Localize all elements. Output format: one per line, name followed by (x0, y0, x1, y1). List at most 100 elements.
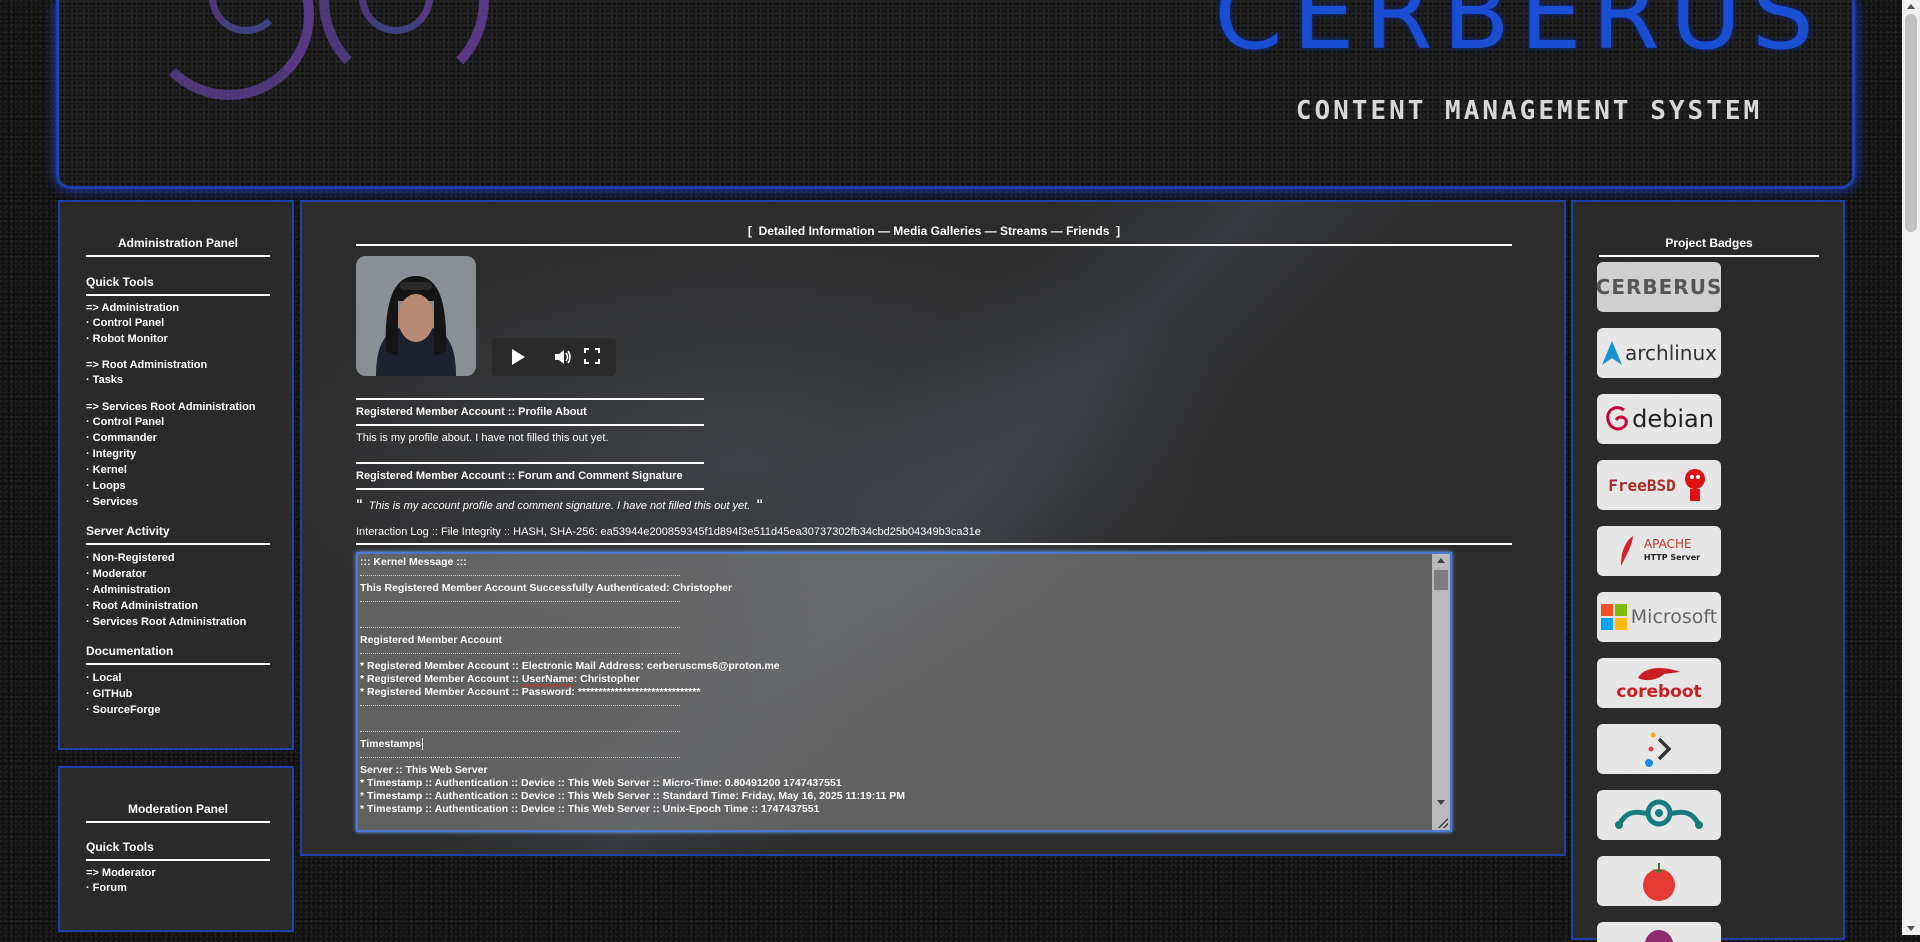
nav-item-label: Administration (92, 584, 171, 596)
nav-item-control-panel[interactable]: · Control Panel (86, 317, 164, 329)
badge-label: FreeBSD (1608, 475, 1676, 495)
cerberus-badge[interactable]: CERBERUS (1597, 262, 1721, 312)
nav-item-label: Services (92, 496, 138, 508)
quote-close: " (756, 496, 764, 512)
prompt-logo-icon (1645, 732, 1672, 767)
panel-title: Project Badges (1599, 236, 1819, 257)
timestamp-standard: * Timestamp :: Authentication :: Device … (360, 790, 906, 802)
username-line: * Registered Member Account :: UserName:… (360, 673, 1430, 686)
avatar-image (356, 256, 476, 376)
partial-logo-icon (1645, 930, 1673, 942)
fullscreen-button[interactable] (584, 348, 600, 367)
nav-item-administration[interactable]: · Administration (86, 584, 170, 596)
nav-item-label: Moderator (92, 568, 147, 580)
nav-item-label: Integrity (92, 448, 137, 460)
nav-item-label: GITHub (92, 688, 133, 700)
nav-item-services-root-administration[interactable]: · Services Root Administration (86, 616, 246, 628)
badge-label: debian (1632, 405, 1714, 433)
badge-label: archlinux (1624, 341, 1717, 365)
textarea-scrollbar[interactable] (1432, 554, 1450, 830)
nav-item-loops[interactable]: · Loops (86, 480, 126, 492)
nav-item-label: Commander (92, 432, 157, 444)
nav-link-moderator[interactable]: => Moderator (86, 867, 156, 879)
nav-item-forum[interactable]: · Forum (86, 882, 127, 894)
divider (360, 569, 1430, 582)
nav-item-commander[interactable]: · Commander (86, 432, 157, 444)
file-integrity-hash: Interaction Log :: File Integrity :: HAS… (356, 526, 1512, 545)
apache-badge[interactable]: APACHE HTTP Server (1597, 526, 1721, 576)
nav-item-non-registered[interactable]: · Non-Registered (86, 552, 175, 564)
kernel-message-textarea[interactable]: ::: Kernel Message ::: This Registered M… (356, 552, 1452, 832)
divider (360, 647, 1430, 660)
coreboot-rabbit-icon (1638, 668, 1680, 681)
resize-handle-icon[interactable] (1438, 818, 1448, 828)
media-player-controls (492, 338, 616, 376)
nav-item-label: Kernel (92, 464, 127, 476)
nav-item-label: Local (92, 672, 122, 684)
username-value: : Christopher (573, 673, 640, 685)
bracket-open: [ (747, 224, 752, 238)
signature-title: Registered Member Account :: Forum and C… (356, 462, 704, 490)
timestamp-micro: * Timestamp :: Authentication :: Device … (360, 777, 842, 789)
scroll-down-icon[interactable] (1907, 926, 1915, 931)
coreboot-badge[interactable]: coreboot (1597, 658, 1721, 708)
scroll-thumb[interactable] (1905, 14, 1917, 232)
nav-link-root-administration[interactable]: => Root Administration (86, 359, 207, 371)
nav-link-administration[interactable]: => Administration (86, 302, 179, 314)
auth-message: This Registered Member Account Successfu… (360, 582, 733, 594)
signature-text: " This is my account profile and comment… (356, 496, 763, 512)
tab-detailed-information[interactable]: Detailed Information (759, 224, 875, 238)
prompt-badge[interactable] (1597, 724, 1721, 774)
volume-button[interactable] (554, 348, 572, 369)
nav-link-services-root-administration[interactable]: => Services Root Administration (86, 401, 256, 413)
nav-item-root-administration[interactable]: · Root Administration (86, 600, 198, 612)
nav-item-services[interactable]: · Services (86, 496, 138, 508)
tab-streams[interactable]: Streams (1000, 224, 1047, 238)
nav-item-moderator[interactable]: · Moderator (86, 568, 146, 580)
email-line: * Registered Member Account :: Electroni… (360, 660, 780, 672)
badge-sublabel: HTTP Server (1643, 553, 1701, 562)
nav-item-integrity[interactable]: · Integrity (86, 448, 136, 460)
tab-friends[interactable]: Friends (1066, 224, 1109, 238)
debian-badge[interactable]: debian (1597, 394, 1721, 444)
lineage-badge[interactable] (1597, 790, 1721, 840)
partial-badge[interactable] (1597, 922, 1721, 942)
timestamps-label: Timestamps (360, 738, 422, 750)
profile-panel: [ Detailed Information — Media Galleries… (300, 200, 1566, 856)
nav-item-github[interactable]: · GITHub (86, 688, 132, 700)
panel-title: Moderation Panel (86, 802, 270, 823)
apache-feather-icon (1620, 536, 1633, 566)
documentation-title: Documentation (86, 644, 270, 665)
nav-item-local[interactable]: · Local (86, 672, 121, 684)
play-button[interactable] (510, 348, 526, 369)
page-scrollbar[interactable] (1902, 0, 1920, 935)
archlinux-badge[interactable]: archlinux (1597, 328, 1721, 378)
scroll-up-icon[interactable] (1437, 558, 1445, 563)
server-activity-title: Server Activity (86, 524, 270, 545)
nav-item-kernel[interactable]: · Kernel (86, 464, 127, 476)
nav-item-services-control-panel[interactable]: · Control Panel (86, 416, 164, 428)
scroll-up-icon[interactable] (1907, 4, 1915, 9)
scroll-thumb[interactable] (1434, 570, 1448, 590)
tomato-badge[interactable] (1597, 856, 1721, 906)
badge-label: coreboot (1616, 682, 1702, 702)
nav-item-label: Services Root Administration (92, 616, 247, 628)
nav-item-robot-monitor[interactable]: · Robot Monitor (86, 333, 168, 345)
divider (360, 621, 1430, 634)
nav-item-sourceforge[interactable]: · SourceForge (86, 704, 161, 716)
quick-tools-title: Quick Tools (86, 840, 270, 861)
tomato-icon (1643, 863, 1675, 901)
nav-item-tasks[interactable]: · Tasks (86, 374, 123, 386)
divider (360, 699, 1430, 712)
kernel-message-content: ::: Kernel Message ::: This Registered M… (360, 556, 1430, 816)
timestamps-title: Timestamps (360, 738, 1430, 751)
microsoft-badge[interactable]: Microsoft (1597, 592, 1721, 642)
password-line: * Registered Member Account :: Password:… (360, 686, 701, 698)
badge-label: APACHE (1643, 537, 1692, 551)
freebsd-badge[interactable]: FreeBSD (1597, 460, 1721, 510)
scroll-down-icon[interactable] (1437, 800, 1445, 805)
tab-media-galleries[interactable]: Media Galleries (893, 224, 981, 238)
tab-separator: — (877, 224, 890, 238)
